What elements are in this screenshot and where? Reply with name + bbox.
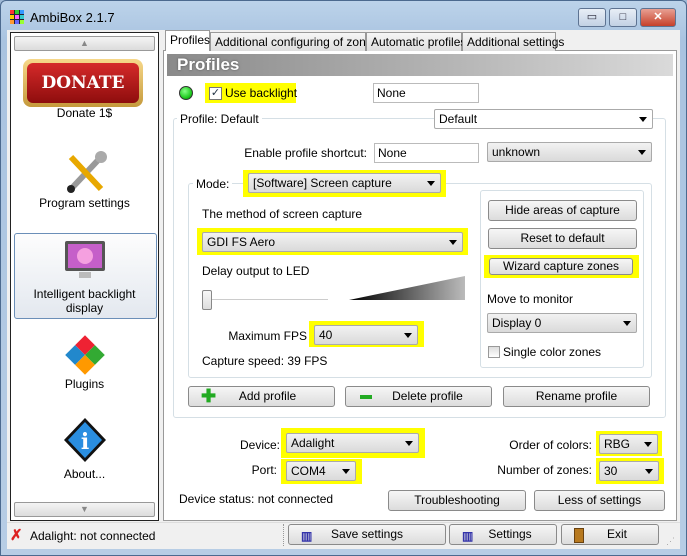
delay-slider-thumb[interactable]	[202, 290, 212, 310]
puzzle-icon[interactable]	[63, 333, 107, 377]
port-select[interactable]: COM4	[286, 461, 356, 481]
delete-profile-label: Delete profile	[392, 389, 463, 403]
port-label: Port:	[251, 463, 277, 477]
exit-button[interactable]: Exit	[561, 524, 659, 545]
device-select[interactable]: Adalight	[286, 433, 419, 453]
capture-speed: Capture speed: 39 FPS	[202, 354, 328, 368]
delay-label: Delay output to LED	[202, 264, 310, 278]
use-backlight-checkbox[interactable]: ✓	[209, 87, 222, 100]
troubleshooting-button[interactable]: Troubleshooting	[388, 490, 526, 511]
sidebar-item-label: Program settings	[39, 196, 130, 210]
use-backlight-label: Use backlight	[225, 86, 298, 100]
sidebar-item-label: Plugins	[64, 377, 105, 391]
capture-method-label: The method of screen capture	[202, 207, 363, 221]
settings-label: Settings	[488, 527, 532, 541]
disconnected-icon: ✗	[10, 527, 23, 544]
mode-select[interactable]: [Software] Screen capture	[248, 173, 441, 193]
status-led-icon	[179, 86, 193, 100]
shortcut-input[interactable]: None	[374, 143, 479, 163]
donate-logo: DONATE NOW	[27, 63, 139, 133]
add-profile-button[interactable]: ✚ Add profile	[188, 386, 335, 407]
tools-icon[interactable]	[63, 149, 109, 195]
capture-method-select[interactable]: GDI FS Aero	[202, 232, 463, 252]
max-fps-select[interactable]: 40	[314, 325, 418, 345]
shortcut-select[interactable]: unknown	[487, 142, 652, 162]
save-settings-button[interactable]: ▥ Save settings	[288, 524, 446, 545]
tab-automatic-profiles[interactable]: Automatic profiles	[366, 32, 466, 51]
device-label: Device:	[239, 438, 280, 452]
zones-label: Number of zones:	[497, 463, 592, 477]
hide-areas-button[interactable]: Hide areas of capture	[488, 200, 637, 221]
reset-default-button[interactable]: Reset to default	[488, 228, 637, 249]
page-title: Profiles	[167, 54, 673, 76]
resize-grip[interactable]: ⋰	[666, 536, 675, 547]
zones-select[interactable]: 30	[599, 461, 659, 481]
sidebar-item-label: display	[65, 301, 104, 315]
plus-icon: ✚	[201, 386, 217, 406]
less-settings-button[interactable]: Less of settings	[534, 490, 665, 511]
rename-profile-button[interactable]: Rename profile	[503, 386, 650, 407]
status-separator	[283, 524, 285, 546]
profile-legend: Profile: Default	[177, 112, 262, 126]
sidebar-item-label: Intelligent backlight	[33, 287, 136, 301]
close-button[interactable]: ✕	[640, 8, 676, 27]
window-title: AmbiBox 2.1.7	[30, 10, 115, 25]
sidebar-item-label: Donate 1$	[56, 106, 113, 120]
tab-profiles[interactable]: Profiles	[165, 30, 210, 51]
status-text: Adalight: not connected	[30, 529, 156, 543]
info-icon[interactable]: i	[63, 417, 107, 463]
sidebar-scroll-up[interactable]: ▲	[14, 36, 155, 51]
sidebar: ▲ DONATE NOW Donate 1$ Program settings …	[10, 32, 159, 521]
order-colors-select[interactable]: RBG	[599, 434, 658, 454]
wizard-capture-zones-button[interactable]: Wizard capture zones	[489, 258, 633, 275]
door-icon	[574, 528, 584, 543]
minimize-button[interactable]: ▭	[578, 8, 606, 27]
exit-label: Exit	[606, 527, 627, 541]
tab-additional-zones[interactable]: Additional configuring of zones	[210, 32, 378, 51]
app-icon	[10, 10, 24, 24]
sidebar-scroll-down[interactable]: ▼	[14, 502, 155, 517]
svg-text:i: i	[81, 429, 89, 455]
single-color-checkbox[interactable]	[488, 346, 500, 358]
mode-label: Mode:	[193, 177, 233, 191]
monitor-icon	[63, 239, 107, 281]
save-icon: ▥	[301, 529, 313, 543]
add-profile-label: Add profile	[238, 389, 297, 403]
order-colors-label: Order of colors:	[509, 438, 592, 452]
sidebar-item-donate[interactable]: DONATE NOW	[23, 59, 143, 133]
delay-slider-track[interactable]	[204, 299, 328, 301]
tab-additional-settings[interactable]: Additional settings	[462, 32, 564, 51]
device-status: Device status: not connected	[179, 492, 334, 506]
save-settings-label: Save settings	[330, 527, 404, 541]
monitor-select[interactable]: Display 0	[487, 313, 637, 333]
settings-button[interactable]: ▥ Settings	[449, 524, 557, 545]
profile-select[interactable]: Default	[434, 109, 653, 129]
single-color-label: Single color zones	[503, 345, 602, 359]
maximize-button[interactable]: □	[609, 8, 637, 27]
move-monitor-label: Move to monitor	[487, 292, 574, 306]
minus-icon	[360, 395, 372, 399]
backlight-hotkey-input[interactable]: None	[373, 83, 479, 103]
shortcut-label: Enable profile shortcut:	[244, 146, 367, 160]
settings-icon: ▥	[462, 529, 474, 543]
max-fps-label: Maximum FPS	[228, 329, 307, 343]
delete-profile-button[interactable]: Delete profile	[345, 386, 492, 407]
sidebar-item-label: About...	[63, 467, 106, 481]
